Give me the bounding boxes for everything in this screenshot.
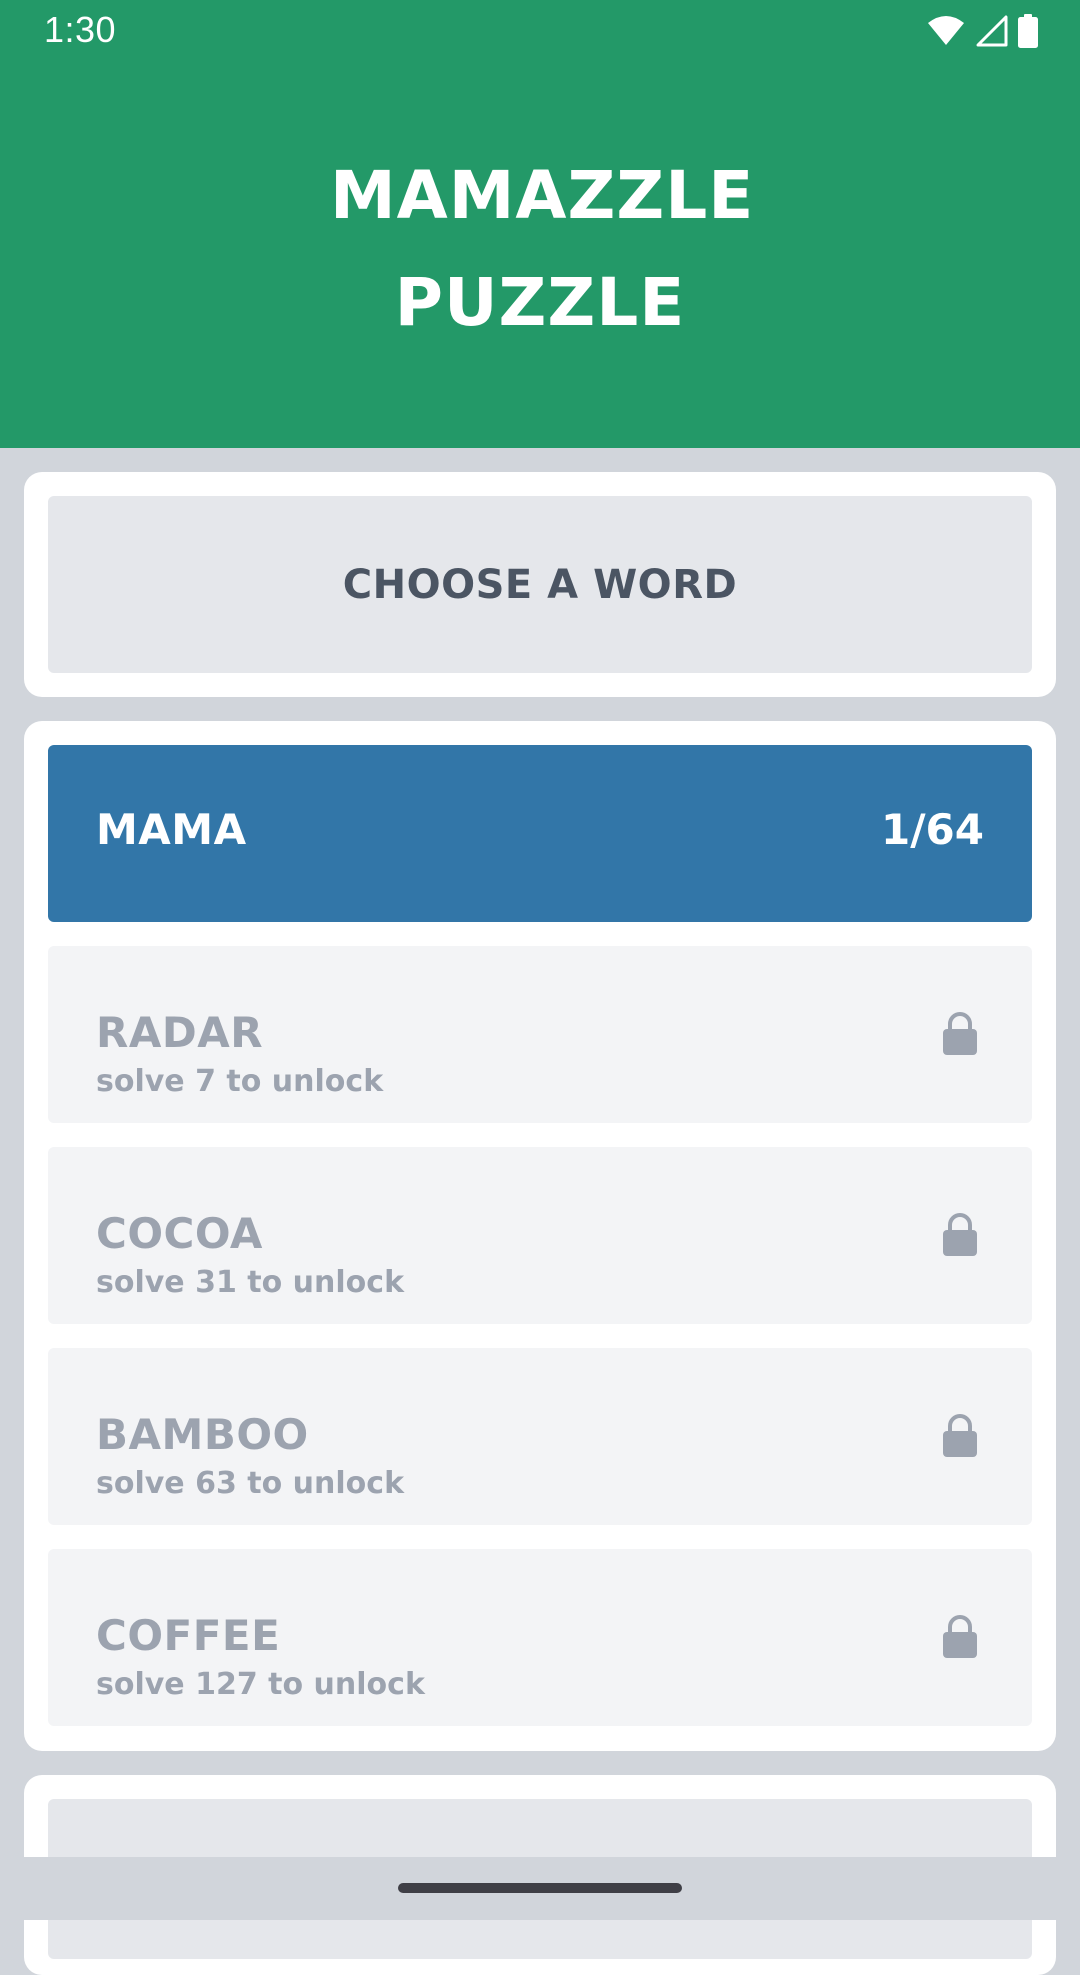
app-header: MAMAZZLE PUZZLE [0, 62, 1080, 448]
unlock-hint: solve 31 to unlock [96, 1265, 405, 1300]
word-name: COCOA [96, 1209, 263, 1258]
unlock-hint: solve 127 to unlock [96, 1667, 425, 1702]
word-item-coffee[interactable]: COFFEE solve 127 to unlock [48, 1549, 1032, 1726]
word-name: BAMBOO [96, 1410, 309, 1459]
word-name: COFFEE [96, 1611, 281, 1660]
word-item-cocoa[interactable]: COCOA solve 31 to unlock [48, 1147, 1032, 1324]
status-bar: 1:30 [0, 0, 1080, 62]
battery-icon [1018, 14, 1038, 48]
navigation-bar [0, 1857, 1080, 1920]
home-gesture-handle[interactable] [398, 1883, 682, 1893]
unlock-hint: solve 63 to unlock [96, 1466, 405, 1501]
wifi-icon [926, 15, 966, 47]
signal-icon [976, 15, 1008, 47]
word-name: MAMA [96, 805, 247, 854]
lock-icon [943, 1414, 977, 1457]
choose-card: CHOOSE A WORD [24, 472, 1056, 697]
lock-icon [943, 1012, 977, 1055]
word-list: MAMA 1/64 RADAR solve 7 to unlock COCOA … [24, 721, 1056, 1751]
status-time: 1:30 [44, 9, 117, 50]
word-item-bamboo[interactable]: BAMBOO solve 63 to unlock [48, 1348, 1032, 1525]
word-name: RADAR [96, 1008, 264, 1057]
status-icons [926, 14, 1038, 48]
unlock-hint: solve 7 to unlock [96, 1064, 384, 1099]
choose-word-button[interactable]: CHOOSE A WORD [48, 496, 1032, 673]
word-item-radar[interactable]: RADAR solve 7 to unlock [48, 946, 1032, 1123]
app-title: MAMAZZLE PUZZLE [330, 157, 755, 341]
word-item-mama[interactable]: MAMA 1/64 [48, 745, 1032, 922]
lock-icon [943, 1615, 977, 1658]
lock-icon [943, 1213, 977, 1256]
word-progress: 1/64 [880, 805, 984, 854]
